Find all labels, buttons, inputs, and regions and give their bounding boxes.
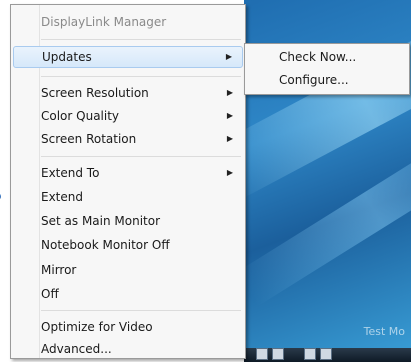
menu-item-label: Set as Main Monitor xyxy=(41,214,161,228)
menu-item-label: Advanced... xyxy=(41,342,112,356)
taskbar xyxy=(244,348,411,362)
menu-item-extend[interactable]: Extend xyxy=(0,186,243,208)
updates-submenu: Check Now... Configure... xyxy=(244,43,410,95)
menu-separator xyxy=(41,39,241,40)
menu-item-label: Notebook Monitor Off xyxy=(41,238,170,252)
menu-item-color-quality[interactable]: Color Quality ▶ xyxy=(13,105,243,127)
menu-separator xyxy=(41,310,241,311)
menu-item-notebook-monitor-off[interactable]: Notebook Monitor Off xyxy=(13,234,243,256)
menu-item-set-main-monitor[interactable]: Set as Main Monitor xyxy=(13,210,243,232)
menu-item-label: Extend To xyxy=(41,166,100,180)
menu-item-off[interactable]: Off xyxy=(13,283,243,305)
menu-item-label: Extend xyxy=(41,190,83,204)
menu-item-label: Optimize for Video xyxy=(41,320,153,334)
context-menu: DisplayLink Manager Updates ▶ Screen Res… xyxy=(0,4,246,360)
menu-item-label: Screen Rotation xyxy=(41,132,137,146)
submenu-arrow-icon: ▶ xyxy=(226,134,233,143)
menu-item-optimize-video[interactable]: Optimize for Video xyxy=(13,316,243,338)
menu-header: DisplayLink Manager xyxy=(41,15,167,29)
menu-item-label: Updates xyxy=(42,50,92,64)
submenu-item-check-now[interactable]: Check Now... xyxy=(247,46,407,68)
tray-icon[interactable] xyxy=(256,348,268,360)
submenu-arrow-icon: ▶ xyxy=(226,88,233,97)
desktop-label: Test Mo xyxy=(363,325,405,338)
menu-separator xyxy=(41,156,241,157)
menu-separator xyxy=(41,76,241,77)
tray-icon[interactable] xyxy=(272,348,284,360)
menu-item-label: Off xyxy=(41,287,59,301)
menu-item-mirror[interactable]: Mirror xyxy=(13,259,243,281)
menu-item-label: Color Quality xyxy=(41,109,120,123)
menu-item-updates[interactable]: Updates ▶ xyxy=(13,46,243,68)
desktop-streak xyxy=(244,0,411,202)
submenu-arrow-icon: ▶ xyxy=(225,52,232,61)
submenu-item-configure[interactable]: Configure... xyxy=(247,69,407,91)
tray-icon[interactable] xyxy=(320,348,332,360)
submenu-arrow-icon: ▶ xyxy=(226,168,233,177)
menu-item-screen-rotation[interactable]: Screen Rotation ▶ xyxy=(13,128,243,150)
menu-item-label: Screen Resolution xyxy=(41,86,149,100)
radio-selected-icon xyxy=(0,193,1,200)
menu-item-screen-resolution[interactable]: Screen Resolution ▶ xyxy=(13,82,243,104)
menu-item-advanced[interactable]: Advanced... xyxy=(13,338,243,360)
tray-icon[interactable] xyxy=(304,348,316,360)
menu-item-label: Mirror xyxy=(41,263,77,277)
submenu-arrow-icon: ▶ xyxy=(226,111,233,120)
menu-item-extend-to[interactable]: Extend To ▶ xyxy=(13,162,243,184)
